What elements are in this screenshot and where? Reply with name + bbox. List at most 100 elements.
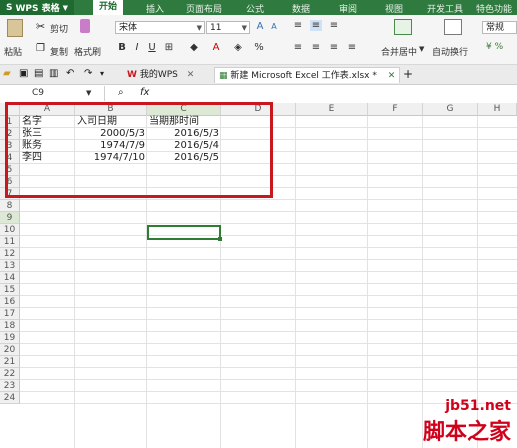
row-gridline (20, 223, 517, 224)
fill-color-icon[interactable]: ◆ (188, 42, 200, 53)
fill-handle[interactable] (218, 237, 222, 241)
tab-developer[interactable]: 开发工具 (427, 2, 463, 15)
row-header-24[interactable]: 24 (0, 392, 20, 404)
close-icon[interactable]: ✕ (388, 71, 396, 81)
customize-toolbar-icon[interactable]: ▾ (100, 69, 104, 78)
format-painter-button[interactable]: 格式刷 (74, 45, 101, 58)
row-header-21[interactable]: 21 (0, 356, 20, 368)
merge-center-button[interactable]: 合并居中 (381, 45, 417, 58)
row-gridline (20, 379, 517, 380)
tab-view[interactable]: 视图 (385, 2, 403, 15)
decrease-font-icon[interactable]: A (268, 22, 280, 31)
currency-icon[interactable]: ¥ % (486, 42, 503, 52)
column-header-h[interactable]: H (478, 103, 517, 116)
column-header-e[interactable]: E (296, 103, 368, 116)
name-box[interactable]: C9 ▼ (0, 86, 105, 101)
close-icon[interactable]: ✕ (187, 70, 195, 80)
menu-bar: S WPS 表格 ▼ 开始 插入 页面布局 公式 数据 审阅 视图 开发工具 特… (0, 0, 517, 15)
watermark-name: 脚本之家 (422, 420, 511, 445)
align-center-icon[interactable]: ≡ (310, 42, 322, 53)
row-gridline (20, 307, 517, 308)
wrap-text-button[interactable]: 自动换行 (432, 45, 468, 58)
app-menu-button[interactable]: S WPS 表格 ▼ (0, 0, 75, 15)
folder-icon[interactable]: ▰ (3, 68, 11, 79)
tab-my-wps[interactable]: W 我的WPS ✕ (123, 67, 198, 83)
row-header-18[interactable]: 18 (0, 320, 20, 332)
row-gridline (20, 271, 517, 272)
watermark: jb51.net 脚本之家 (423, 398, 511, 446)
save-icon[interactable]: ▣ (19, 68, 28, 79)
underline-icon[interactable]: U (146, 42, 158, 53)
row-header-15[interactable]: 15 (0, 284, 20, 296)
bold-icon[interactable]: B (116, 42, 128, 53)
row-gridline (20, 331, 517, 332)
row-gridline (20, 367, 517, 368)
row-header-12[interactable]: 12 (0, 248, 20, 260)
row-header-23[interactable]: 23 (0, 380, 20, 392)
merge-center-icon[interactable] (394, 19, 412, 35)
row-header-9[interactable]: 9 (0, 212, 20, 224)
chevron-down-icon: ▼ (196, 24, 202, 32)
align-bottom-icon[interactable]: ≡ (328, 20, 340, 31)
italic-icon[interactable]: I (131, 42, 143, 53)
row-header-16[interactable]: 16 (0, 296, 20, 308)
cut-button[interactable]: 剪切 (50, 22, 68, 35)
ribbon: 粘贴 ✂ 剪切 ❐ 复制 格式刷 宋体 ▼ 11 ▼ A A B I U ⊞ ◆… (0, 15, 517, 65)
row-header-10[interactable]: 10 (0, 224, 20, 236)
align-right-icon[interactable]: ≡ (328, 42, 340, 53)
row-header-13[interactable]: 13 (0, 260, 20, 272)
row-header-14[interactable]: 14 (0, 272, 20, 284)
font-size-value: 11 (210, 23, 222, 33)
tab-home[interactable]: 开始 (93, 0, 124, 15)
borders-icon[interactable]: ⊞ (163, 42, 175, 53)
tab-data[interactable]: 数据 (292, 2, 310, 15)
clear-format-icon[interactable]: ◈ (232, 42, 244, 53)
undo-icon[interactable]: ↶ (66, 68, 74, 79)
number-format-value: 常规 (486, 23, 505, 33)
number-format-select[interactable]: 常规 (482, 21, 517, 34)
print-icon[interactable]: ▤ (34, 68, 43, 79)
font-size-select[interactable]: 11 ▼ (206, 21, 250, 34)
format-painter-icon[interactable] (80, 19, 90, 33)
column-header-f[interactable]: F (368, 103, 423, 116)
row-header-22[interactable]: 22 (0, 368, 20, 380)
tab-page-layout[interactable]: 页面布局 (186, 2, 222, 15)
tab-insert[interactable]: 插入 (146, 2, 164, 15)
copy-button[interactable]: 复制 (50, 45, 68, 58)
row-gridline (20, 355, 517, 356)
column-header-g[interactable]: G (423, 103, 478, 116)
function-icon[interactable]: fx (140, 87, 149, 98)
justify-icon[interactable]: ≡ (346, 42, 358, 53)
zoom-icon[interactable]: ⌕ (118, 87, 124, 98)
redo-icon[interactable]: ↷ (84, 68, 92, 79)
font-name-select[interactable]: 宋体 ▼ (115, 21, 205, 34)
align-left-icon[interactable]: ≡ (292, 42, 304, 53)
selected-cell-c9[interactable] (147, 225, 221, 240)
paste-icon[interactable] (7, 19, 23, 37)
row-gridline (20, 235, 517, 236)
row-header-17[interactable]: 17 (0, 308, 20, 320)
chevron-down-icon: ▼ (62, 3, 69, 12)
row-header-19[interactable]: 19 (0, 332, 20, 344)
paste-button[interactable]: 粘贴 (4, 45, 22, 58)
spreadsheet-icon: ▦ (219, 71, 228, 81)
increase-font-icon[interactable]: A (254, 21, 266, 32)
wrap-text-icon[interactable] (444, 19, 462, 35)
tab-formulas[interactable]: 公式 (246, 2, 264, 15)
row-header-20[interactable]: 20 (0, 344, 20, 356)
align-top-icon[interactable]: ≡ (292, 20, 304, 31)
copy-icon[interactable]: ❐ (36, 43, 45, 54)
scissors-icon[interactable]: ✂ (36, 20, 45, 33)
tab-workbook[interactable]: ▦ 新建 Microsoft Excel 工作表.xlsx * ✕ (214, 67, 401, 83)
row-gridline (20, 319, 517, 320)
more-options-icon[interactable]: % (253, 42, 265, 53)
row-header-11[interactable]: 11 (0, 236, 20, 248)
tab-review[interactable]: 审阅 (339, 2, 357, 15)
align-middle-icon[interactable]: ≡ (310, 20, 322, 31)
new-tab-icon[interactable]: + (403, 67, 413, 81)
font-color-icon[interactable]: A (210, 42, 222, 53)
row-header-8[interactable]: 8 (0, 200, 20, 212)
tab-special[interactable]: 特色功能 (476, 2, 512, 15)
row-gridline (20, 199, 517, 200)
print-preview-icon[interactable]: ▥ (49, 68, 58, 79)
